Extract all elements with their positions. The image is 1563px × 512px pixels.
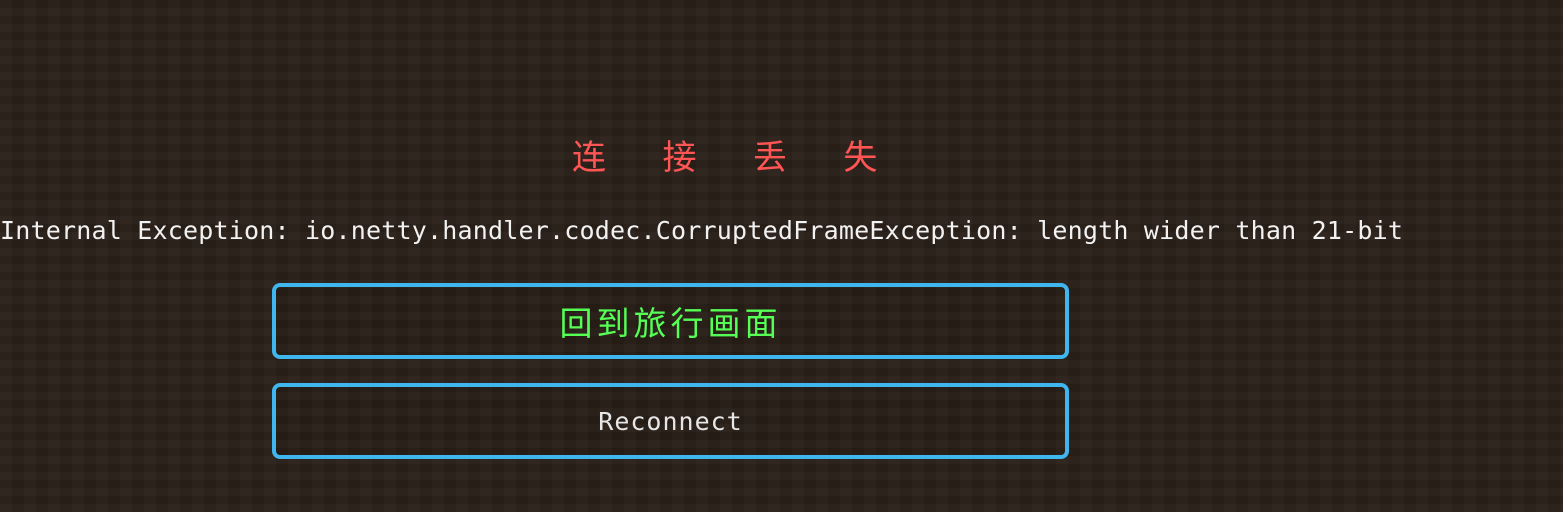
disconnect-reason: Internal Exception: io.netty.handler.cod… bbox=[0, 216, 1404, 245]
screen-title: 连 接 丢 失 bbox=[572, 138, 896, 178]
back-to-server-list-button[interactable]: 回到旅行画面 bbox=[272, 283, 1069, 359]
disconnected-screen: 连 接 丢 失 Internal Exception: io.netty.han… bbox=[0, 0, 1563, 512]
reconnect-button-label: Reconnect bbox=[598, 406, 743, 436]
back-button-label: 回到旅行画面 bbox=[559, 304, 782, 343]
reconnect-button[interactable]: Reconnect bbox=[272, 383, 1069, 459]
